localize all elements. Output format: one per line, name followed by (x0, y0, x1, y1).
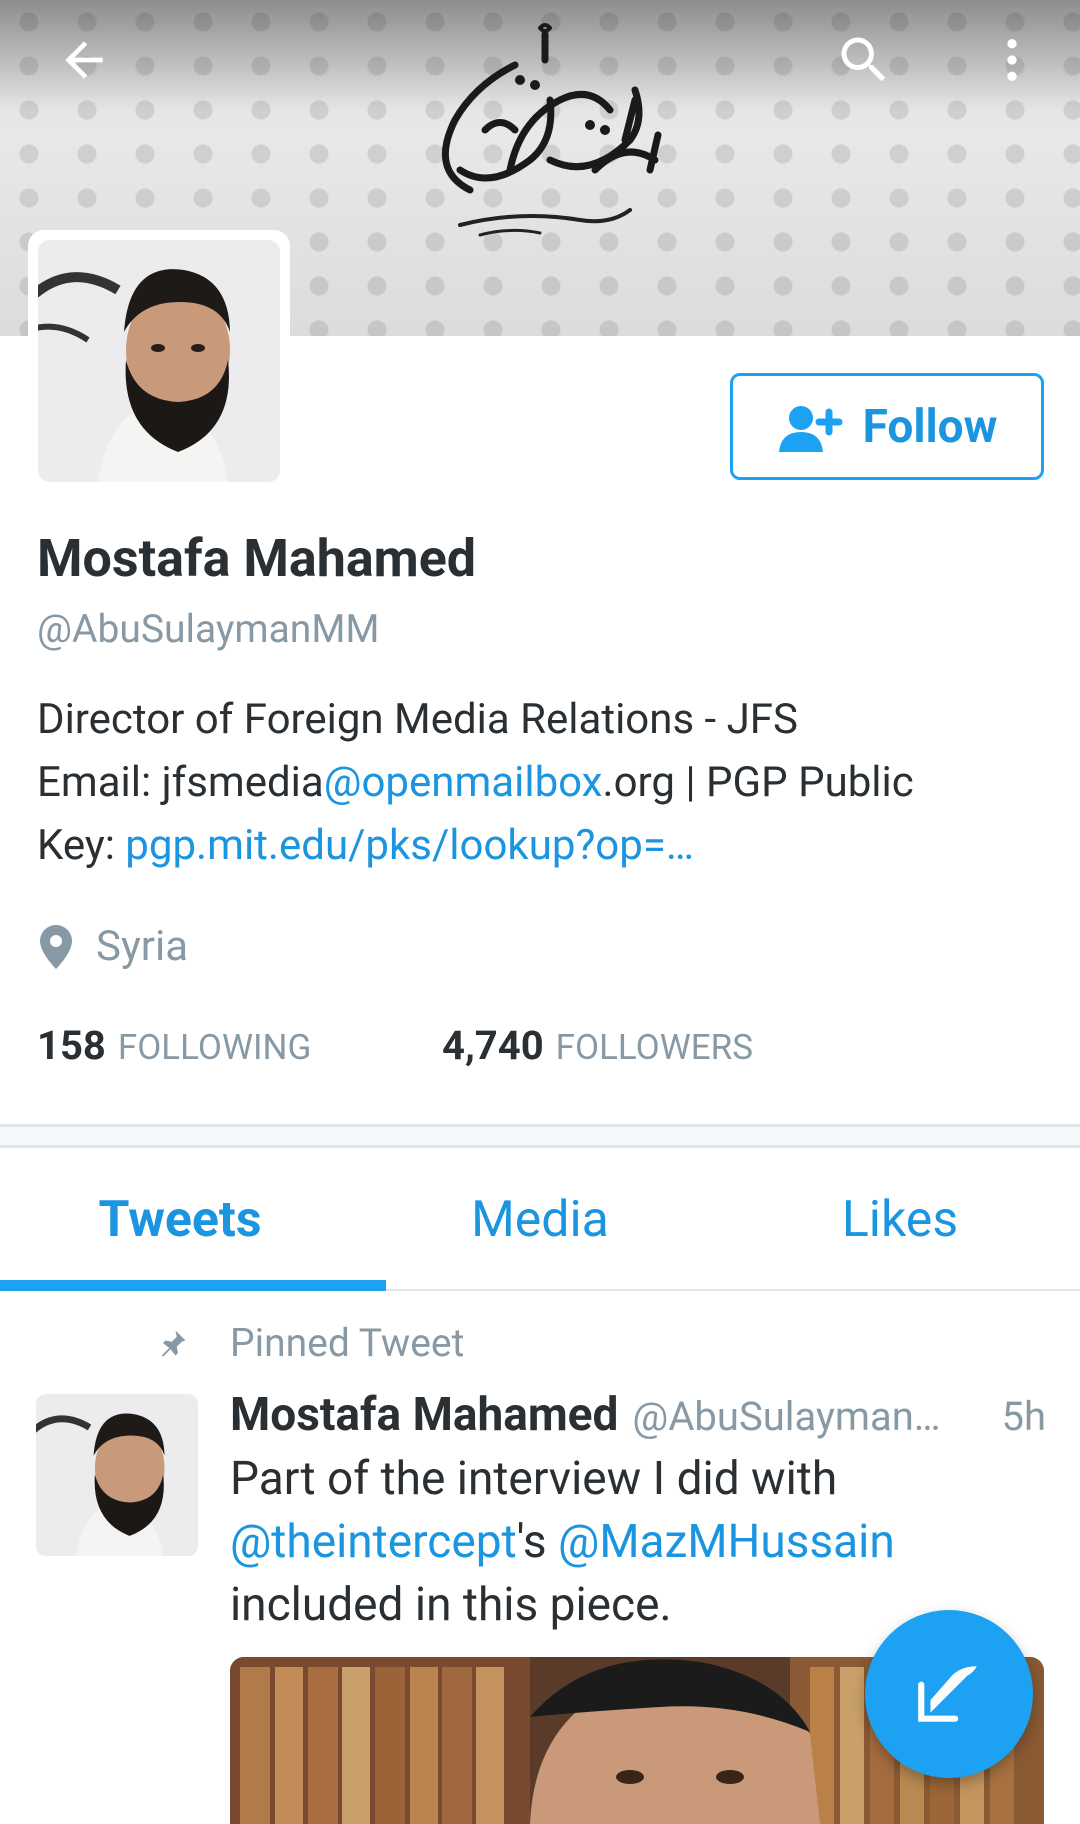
location-text: Syria (96, 922, 189, 971)
more-options-button[interactable] (980, 28, 1044, 92)
pinned-tweet-header: Pinned Tweet (158, 1320, 464, 1366)
bio-line-3: Key: pgp.mit.edu/pks/lookup?op=… (37, 814, 1047, 877)
tweet-avatar-photo (36, 1394, 198, 1556)
bio-line-1: Director of Foreign Media Relations - JF… (37, 695, 798, 744)
followers-count: 4,740 (442, 1022, 544, 1069)
following-count: 158 (37, 1022, 106, 1069)
profile-tabs: Tweets Media Likes (0, 1150, 1080, 1291)
arrow-back-icon (65, 41, 103, 79)
search-icon (841, 37, 886, 82)
bio-email-link[interactable]: @openmailbox (324, 758, 603, 807)
pin-icon (161, 1330, 186, 1357)
following-stat[interactable]: 158 FOLLOWING (37, 1022, 442, 1069)
tab-likes[interactable]: Likes (720, 1150, 1080, 1289)
tweet-avatar[interactable] (36, 1394, 198, 1556)
tweet-text-possessive: 's (516, 1515, 559, 1569)
bio-email-suffix: .org | PGP Public (602, 758, 914, 807)
profile-stats: 158 FOLLOWING 4,740 FOLLOWERS (37, 1022, 753, 1069)
follow-button[interactable]: Follow (730, 373, 1044, 480)
bio-line-2: Email: jfsmedia@openmailbox.org | PGP Pu… (37, 751, 1047, 814)
back-button[interactable] (52, 28, 116, 92)
tweet-author-name[interactable]: Mostafa Mahamed (230, 1388, 618, 1442)
profile-avatar-frame (28, 230, 290, 492)
profile-bio: Director of Foreign Media Relations - JF… (37, 688, 1047, 877)
profile-name: Mostafa Mahamed (37, 528, 477, 589)
follow-button-label: Follow (862, 399, 998, 454)
profile-avatar[interactable] (38, 240, 280, 482)
tweet-text-line-2: @theintercept's @MazMHussain (230, 1511, 1050, 1574)
bio-email-prefix: Email: jfsmedia (37, 758, 324, 807)
profile-handle: @AbuSulaymanMM (37, 606, 380, 652)
tweet-text: Part of the interview I did with @theint… (230, 1448, 1050, 1637)
tweet-author-handle[interactable]: @AbuSulayman… (632, 1393, 973, 1440)
bio-key-label: Key: (37, 821, 126, 870)
add-user-icon (778, 405, 843, 452)
tweet-mention-mazmhussain[interactable]: @MazMHussain (558, 1515, 895, 1569)
followers-stat[interactable]: 4,740 FOLLOWERS (442, 1022, 753, 1069)
avatar-photo (38, 240, 280, 482)
tweet-timestamp: 5h (1001, 1393, 1046, 1440)
location-pin-icon (40, 924, 72, 969)
search-button[interactable] (832, 28, 896, 92)
following-label: FOLLOWING (117, 1027, 312, 1068)
calligraphy-logo (441, 23, 662, 237)
tweet-header: Mostafa Mahamed @AbuSulayman… 5h (230, 1388, 1046, 1442)
tab-tweets[interactable]: Tweets (0, 1150, 386, 1291)
compose-quill-icon (918, 1666, 977, 1722)
tweet-text-line-1: Part of the interview I did with (230, 1452, 838, 1506)
tweet-mention-theintercept[interactable]: @theintercept (230, 1515, 517, 1569)
followers-label: FOLLOWERS (555, 1027, 754, 1068)
pinned-label: Pinned Tweet (230, 1320, 465, 1366)
profile-location: Syria (40, 922, 188, 971)
bio-key-link[interactable]: pgp.mit.edu/pks/lookup?op=… (125, 821, 694, 870)
more-vert-icon (1007, 39, 1017, 81)
section-divider (0, 1124, 1080, 1148)
tab-media[interactable]: Media (360, 1150, 720, 1289)
compose-tweet-button[interactable] (865, 1610, 1033, 1778)
